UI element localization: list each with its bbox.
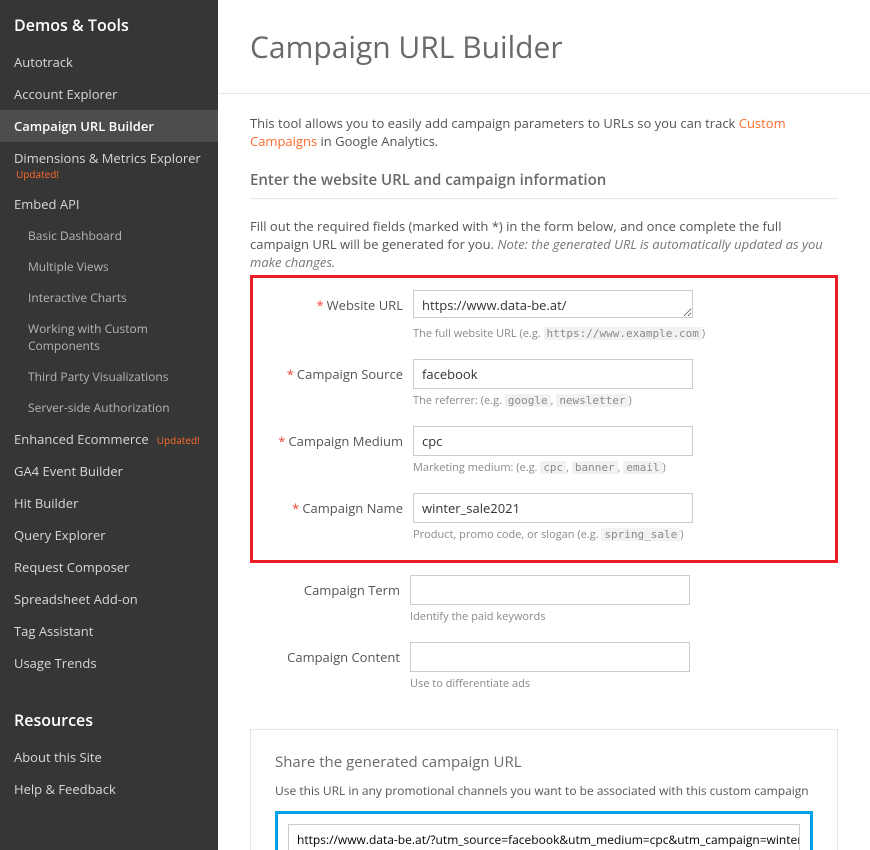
- sidebar-item[interactable]: GA4 Event Builder: [0, 455, 218, 487]
- sidebar-item[interactable]: Usage Trends: [0, 647, 218, 679]
- website-url-input[interactable]: https://www.data-be.at/: [413, 290, 693, 318]
- campaign-term-hint: Identify the paid keywords: [410, 609, 828, 624]
- sidebar-item[interactable]: Tag Assistant: [0, 615, 218, 647]
- campaign-content-hint: Use to differentiate ads: [410, 676, 828, 691]
- optional-fields: Campaign Term Identify the paid keywords…: [250, 563, 838, 709]
- sidebar-item[interactable]: Autotrack: [0, 46, 218, 78]
- updated-badge: Updated!: [157, 433, 200, 447]
- section-title: Enter the website URL and campaign infor…: [250, 170, 838, 199]
- updated-badge: Updated!: [14, 167, 204, 181]
- campaign-source-label: Campaign Source: [297, 365, 403, 383]
- sidebar-section-title-tools: Demos & Tools: [0, 8, 218, 46]
- sidebar-item[interactable]: Enhanced EcommerceUpdated!: [0, 423, 218, 455]
- sidebar-item[interactable]: Dimensions & Metrics ExplorerUpdated!: [0, 142, 218, 188]
- share-title: Share the generated campaign URL: [275, 752, 813, 772]
- generated-url-output[interactable]: https://www.data-be.at/?utm_source=faceb…: [288, 824, 800, 850]
- generated-url-highlight: https://www.data-be.at/?utm_source=faceb…: [275, 811, 813, 850]
- sidebar-item[interactable]: Server-side Authorization: [0, 392, 218, 423]
- sidebar-item[interactable]: Campaign URL Builder: [0, 110, 218, 142]
- sidebar-item[interactable]: Working with Custom Components: [0, 313, 218, 361]
- sidebar-item[interactable]: Basic Dashboard: [0, 220, 218, 251]
- website-url-label: Website URL: [327, 296, 403, 314]
- page-header: Campaign URL Builder: [218, 0, 870, 94]
- sidebar-item[interactable]: Hit Builder: [0, 487, 218, 519]
- campaign-term-input[interactable]: [410, 575, 690, 605]
- website-url-hint: The full website URL (e.g. https://www.e…: [413, 326, 825, 341]
- instructions: Fill out the required fields (marked wit…: [250, 217, 838, 271]
- campaign-medium-label: Campaign Medium: [288, 432, 403, 450]
- campaign-source-hint: The referrer: (e.g. google, newsletter): [413, 393, 825, 408]
- sidebar-item[interactable]: Embed API: [0, 188, 218, 220]
- share-panel: Share the generated campaign URL Use thi…: [250, 729, 838, 850]
- share-intro: Use this URL in any promotional channels…: [275, 782, 813, 799]
- sidebar-item[interactable]: Request Composer: [0, 551, 218, 583]
- campaign-name-label: Campaign Name: [302, 499, 403, 517]
- campaign-source-input[interactable]: [413, 359, 693, 389]
- sidebar-item[interactable]: Spreadsheet Add-on: [0, 583, 218, 615]
- campaign-medium-hint: Marketing medium: (e.g. cpc, banner, ema…: [413, 460, 825, 475]
- sidebar-item[interactable]: Interactive Charts: [0, 282, 218, 313]
- sidebar-item[interactable]: Account Explorer: [0, 78, 218, 110]
- content-pane: Campaign URL Builder This tool allows yo…: [218, 0, 870, 850]
- campaign-term-label: Campaign Term: [304, 581, 400, 599]
- campaign-content-input[interactable]: [410, 642, 690, 672]
- intro-text: This tool allows you to easily add campa…: [250, 114, 838, 150]
- campaign-content-label: Campaign Content: [287, 648, 400, 666]
- sidebar-item[interactable]: Third Party Visualizations: [0, 361, 218, 392]
- sidebar-section-title-resources: Resources: [0, 703, 218, 741]
- sidebar-item[interactable]: Multiple Views: [0, 251, 218, 282]
- sidebar-item[interactable]: About this Site: [0, 741, 218, 773]
- page-title: Campaign URL Builder: [250, 26, 838, 67]
- campaign-name-hint: Product, promo code, or slogan (e.g. spr…: [413, 527, 825, 542]
- sidebar-item[interactable]: Help & Feedback: [0, 773, 218, 805]
- required-fields-highlight: *Website URL https://www.data-be.at/ The…: [250, 275, 838, 563]
- campaign-name-input[interactable]: [413, 493, 693, 523]
- sidebar: Demos & Tools AutotrackAccount ExplorerC…: [0, 0, 218, 850]
- sidebar-item[interactable]: Query Explorer: [0, 519, 218, 551]
- campaign-medium-input[interactable]: [413, 426, 693, 456]
